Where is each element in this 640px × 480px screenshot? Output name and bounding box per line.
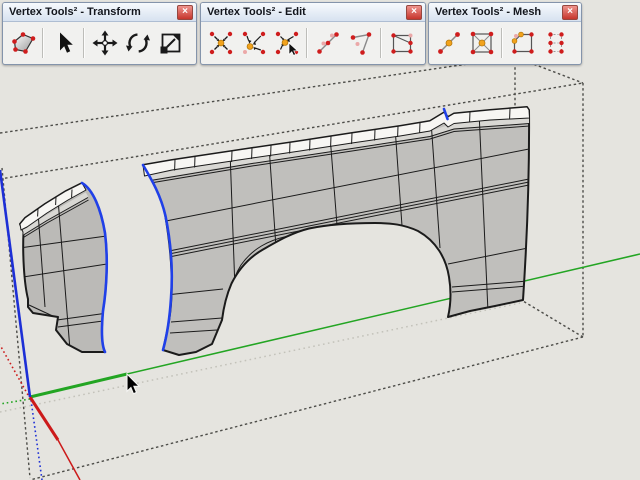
distribute-vertices-icon[interactable] <box>539 25 572 61</box>
collapse-edge-icon[interactable] <box>311 25 344 61</box>
bevel-corner-icon[interactable] <box>506 25 539 61</box>
toolbar-edit: Vertex Tools² - Edit × <box>200 2 426 65</box>
fender-main-section[interactable] <box>143 107 530 355</box>
toolbar-separator <box>501 28 503 58</box>
fender-left-section[interactable] <box>20 183 107 352</box>
toolbar-mesh-titlebar[interactable]: Vertex Tools² - Mesh × <box>429 3 581 22</box>
toolbar-title: Vertex Tools² - Transform <box>9 6 177 18</box>
toolbar-title: Vertex Tools² - Mesh <box>435 6 562 18</box>
merge-at-vertex-icon[interactable] <box>237 25 270 61</box>
merge-pick-icon[interactable] <box>270 25 303 61</box>
scale-icon[interactable] <box>154 25 187 61</box>
toolbar-separator <box>83 28 85 58</box>
merge-edges-icon[interactable] <box>344 25 377 61</box>
toolbar-separator <box>42 28 44 58</box>
toolbar-transform: Vertex Tools² - Transform × <box>2 2 197 65</box>
select-arrow-icon[interactable] <box>47 25 80 61</box>
split-edge-icon[interactable] <box>432 25 465 61</box>
move-icon[interactable] <box>88 25 121 61</box>
toolbar-transform-titlebar[interactable]: Vertex Tools² - Transform × <box>3 3 196 22</box>
toolbar-separator <box>306 28 308 58</box>
toolbar-edit-titlebar[interactable]: Vertex Tools² - Edit × <box>201 3 425 22</box>
toolbar-separator <box>380 28 382 58</box>
select-vertices-icon[interactable] <box>6 25 39 61</box>
close-icon[interactable]: × <box>406 5 422 20</box>
close-icon[interactable]: × <box>562 5 578 20</box>
close-icon[interactable]: × <box>177 5 193 20</box>
3d-viewport[interactable] <box>0 0 640 480</box>
merge-vertices-icon[interactable] <box>204 25 237 61</box>
make-planar-icon[interactable] <box>385 25 418 61</box>
red-axis <box>58 440 80 480</box>
mouse-cursor <box>127 374 139 394</box>
rotate-icon[interactable] <box>121 25 154 61</box>
toolbar-mesh: Vertex Tools² - Mesh × <box>428 2 582 65</box>
triangulate-icon[interactable] <box>465 25 498 61</box>
toolbar-title: Vertex Tools² - Edit <box>207 6 406 18</box>
